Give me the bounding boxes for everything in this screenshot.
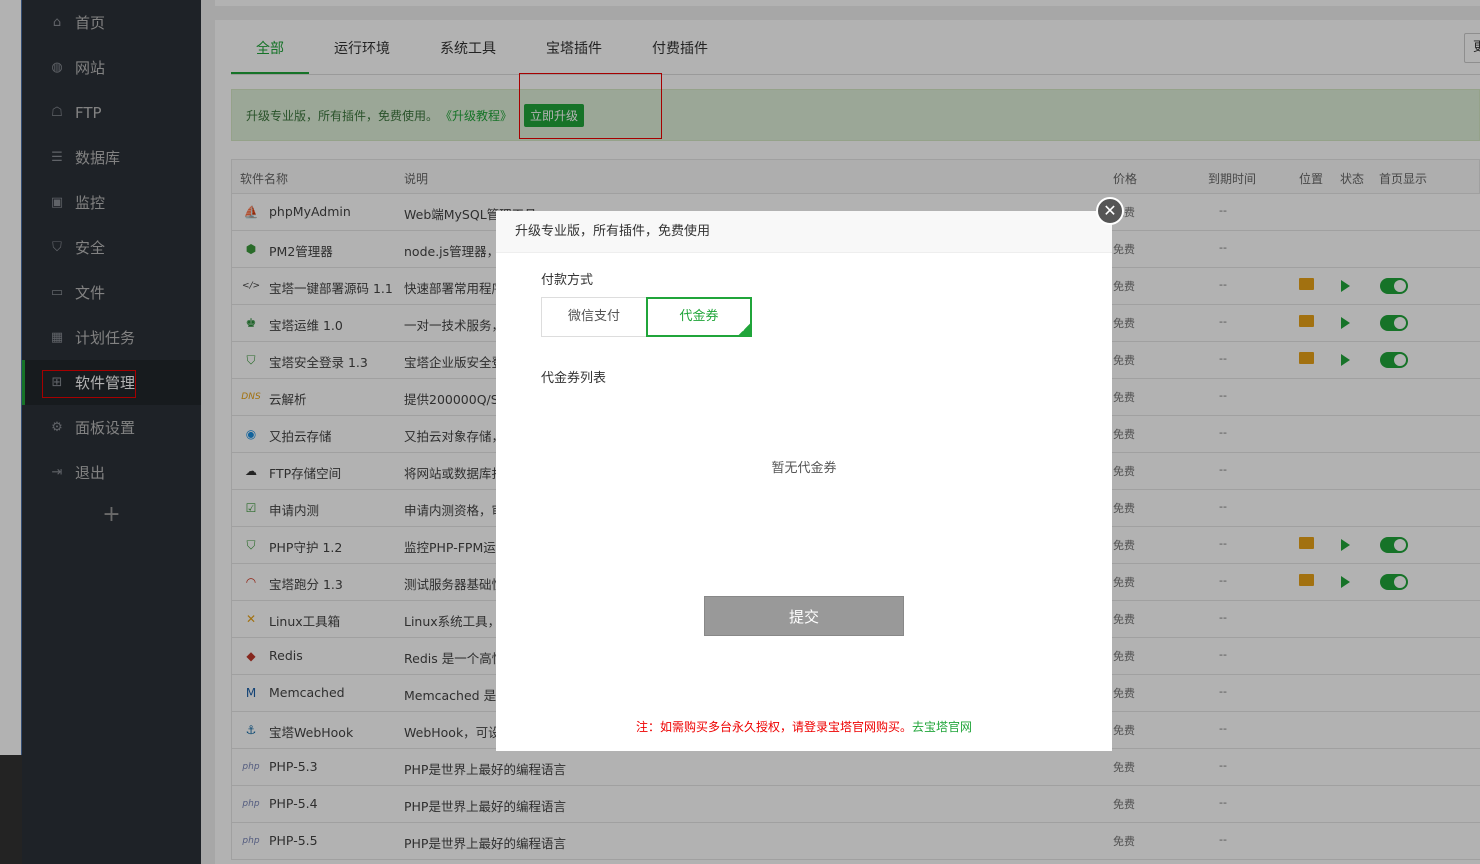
pay-option-voucher[interactable]: 代金券 ✓ <box>646 297 752 337</box>
pay-method-label: 付款方式 <box>541 273 594 288</box>
pay-option-wechat[interactable]: 微信支付 <box>541 297 647 337</box>
pay-option-voucher-label: 代金券 <box>679 309 719 324</box>
voucher-list-label: 代金券列表 <box>541 371 607 386</box>
purchase-note: 注：如需购买多台永久授权，请登录宝塔官网购买。去宝塔官网 <box>496 718 1112 735</box>
modal-title: 升级专业版，所有插件，免费使用 <box>496 211 1112 253</box>
official-site-link[interactable]: 去宝塔官网 <box>912 720 972 734</box>
empty-voucher-text: 暂无代金券 <box>771 461 837 476</box>
upgrade-modal: 升级专业版，所有插件，免费使用 付款方式 微信支付 代金券 ✓ 代金券列表 暂无… <box>496 211 1112 751</box>
close-icon: ✕ <box>1103 201 1117 220</box>
close-modal-button[interactable]: ✕ <box>1096 197 1124 225</box>
check-icon: ✓ <box>740 325 748 335</box>
note-text: 注：如需购买多台永久授权，请登录宝塔官网购买。 <box>635 720 912 734</box>
submit-button[interactable]: 提交 <box>704 596 904 636</box>
